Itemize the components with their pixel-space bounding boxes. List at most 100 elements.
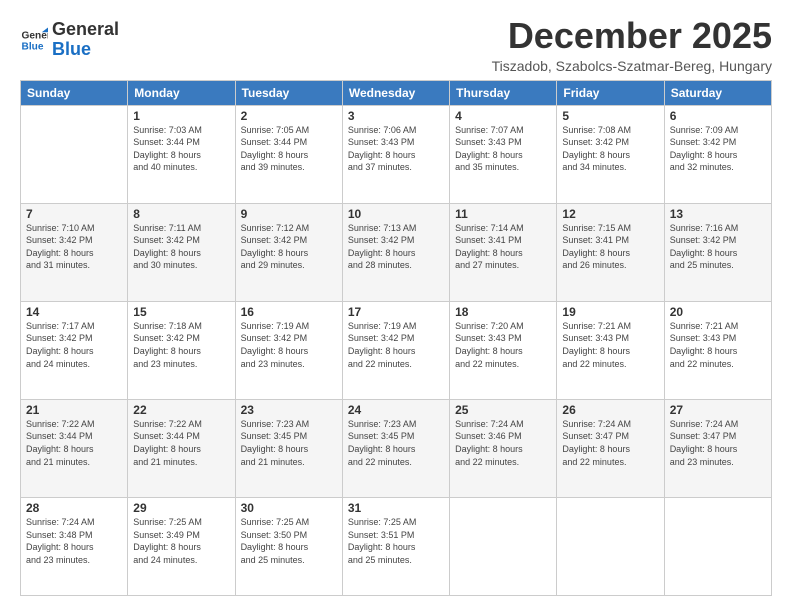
day-number: 8 <box>133 207 229 221</box>
table-row: 17Sunrise: 7:19 AM Sunset: 3:42 PM Dayli… <box>342 301 449 399</box>
day-info: Sunrise: 7:10 AM Sunset: 3:42 PM Dayligh… <box>26 222 122 272</box>
calendar-week-row: 21 Sunrise: 7:22 AM Sunset: 3:44 PM Dayli… <box>21 399 772 497</box>
day-info: Sunrise: 7:24 AM Sunset: 3:46 PM Dayligh… <box>455 418 551 468</box>
logo-line1: General <box>52 19 119 39</box>
day-number: 26 <box>562 403 658 417</box>
day-number: 27 <box>670 403 766 417</box>
table-row: 31Sunrise: 7:25 AM Sunset: 3:51 PM Dayli… <box>342 497 449 595</box>
day-info: Sunrise: 7:20 AM Sunset: 3:43 PM Dayligh… <box>455 320 551 370</box>
table-row: 26Sunrise: 7:24 AM Sunset: 3:47 PM Dayli… <box>557 399 664 497</box>
day-info: Sunrise: 7:08 AM Sunset: 3:42 PM Dayligh… <box>562 124 658 174</box>
day-info: Sunrise: 7:16 AM Sunset: 3:42 PM Dayligh… <box>670 222 766 272</box>
day-info: Sunrise: 7:21 AM Sunset: 3:43 PM Dayligh… <box>670 320 766 370</box>
day-number: 19 <box>562 305 658 319</box>
table-row: 18Sunrise: 7:20 AM Sunset: 3:43 PM Dayli… <box>450 301 557 399</box>
day-info: Sunrise: 7:13 AM Sunset: 3:42 PM Dayligh… <box>348 222 444 272</box>
table-row: 23Sunrise: 7:23 AM Sunset: 3:45 PM Dayli… <box>235 399 342 497</box>
day-info: Sunrise: 7:18 AM Sunset: 3:42 PM Dayligh… <box>133 320 229 370</box>
day-info: Sunrise: 7:09 AM Sunset: 3:42 PM Dayligh… <box>670 124 766 174</box>
day-number: 22 <box>133 403 229 417</box>
table-row <box>557 497 664 595</box>
day-info: Sunrise: 7:25 AM Sunset: 3:50 PM Dayligh… <box>241 516 337 566</box>
table-row: 28Sunrise: 7:24 AM Sunset: 3:48 PM Dayli… <box>21 497 128 595</box>
calendar-week-row: 14Sunrise: 7:17 AM Sunset: 3:42 PM Dayli… <box>21 301 772 399</box>
day-number: 5 <box>562 109 658 123</box>
day-info: Sunrise: 7:21 AM Sunset: 3:43 PM Dayligh… <box>562 320 658 370</box>
table-row: 13Sunrise: 7:16 AM Sunset: 3:42 PM Dayli… <box>664 203 771 301</box>
table-row: 1Sunrise: 7:03 AM Sunset: 3:44 PM Daylig… <box>128 105 235 203</box>
day-number: 31 <box>348 501 444 515</box>
table-row: 15Sunrise: 7:18 AM Sunset: 3:42 PM Dayli… <box>128 301 235 399</box>
table-row: 20Sunrise: 7:21 AM Sunset: 3:43 PM Dayli… <box>664 301 771 399</box>
day-info: Sunrise: 7:15 AM Sunset: 3:41 PM Dayligh… <box>562 222 658 272</box>
table-row: 6Sunrise: 7:09 AM Sunset: 3:42 PM Daylig… <box>664 105 771 203</box>
table-row: 30Sunrise: 7:25 AM Sunset: 3:50 PM Dayli… <box>235 497 342 595</box>
day-number: 11 <box>455 207 551 221</box>
header-sunday: Sunday <box>21 80 128 105</box>
day-info: Sunrise: 7:17 AM Sunset: 3:42 PM Dayligh… <box>26 320 122 370</box>
day-info: Sunrise: 7:06 AM Sunset: 3:43 PM Dayligh… <box>348 124 444 174</box>
day-number: 15 <box>133 305 229 319</box>
title-section: December 2025 Tiszadob, Szabolcs-Szatmar… <box>492 16 772 74</box>
day-info: Sunrise: 7:25 AM Sunset: 3:49 PM Dayligh… <box>133 516 229 566</box>
table-row: 25Sunrise: 7:24 AM Sunset: 3:46 PM Dayli… <box>450 399 557 497</box>
table-row: 8Sunrise: 7:11 AM Sunset: 3:42 PM Daylig… <box>128 203 235 301</box>
table-row: 24Sunrise: 7:23 AM Sunset: 3:45 PM Dayli… <box>342 399 449 497</box>
day-number: 28 <box>26 501 122 515</box>
table-row: 27Sunrise: 7:24 AM Sunset: 3:47 PM Dayli… <box>664 399 771 497</box>
day-info: Sunrise: 7:23 AM Sunset: 3:45 PM Dayligh… <box>348 418 444 468</box>
day-number: 2 <box>241 109 337 123</box>
day-number: 7 <box>26 207 122 221</box>
svg-text:Blue: Blue <box>22 41 44 52</box>
day-number: 3 <box>348 109 444 123</box>
header: General Blue General Blue December 2025 … <box>20 16 772 74</box>
table-row <box>21 105 128 203</box>
day-number: 10 <box>348 207 444 221</box>
table-row: 9Sunrise: 7:12 AM Sunset: 3:42 PM Daylig… <box>235 203 342 301</box>
day-number: 23 <box>241 403 337 417</box>
logo-line2: Blue <box>52 39 91 59</box>
location-title: Tiszadob, Szabolcs-Szatmar-Bereg, Hungar… <box>492 58 772 74</box>
day-number: 14 <box>26 305 122 319</box>
calendar-week-row: 1Sunrise: 7:03 AM Sunset: 3:44 PM Daylig… <box>21 105 772 203</box>
day-number: 13 <box>670 207 766 221</box>
day-info: Sunrise: 7:14 AM Sunset: 3:41 PM Dayligh… <box>455 222 551 272</box>
calendar-table: Sunday Monday Tuesday Wednesday Thursday… <box>20 80 772 596</box>
day-info: Sunrise: 7:07 AM Sunset: 3:43 PM Dayligh… <box>455 124 551 174</box>
day-number: 4 <box>455 109 551 123</box>
table-row: 14Sunrise: 7:17 AM Sunset: 3:42 PM Dayli… <box>21 301 128 399</box>
day-info: Sunrise: 7:11 AM Sunset: 3:42 PM Dayligh… <box>133 222 229 272</box>
day-info: Sunrise: 7:05 AM Sunset: 3:44 PM Dayligh… <box>241 124 337 174</box>
table-row: 2Sunrise: 7:05 AM Sunset: 3:44 PM Daylig… <box>235 105 342 203</box>
table-row: 3Sunrise: 7:06 AM Sunset: 3:43 PM Daylig… <box>342 105 449 203</box>
day-number: 21 <box>26 403 122 417</box>
table-row: 29Sunrise: 7:25 AM Sunset: 3:49 PM Dayli… <box>128 497 235 595</box>
day-number: 24 <box>348 403 444 417</box>
logo: General Blue General Blue <box>20 20 119 60</box>
header-wednesday: Wednesday <box>342 80 449 105</box>
day-info: Sunrise: 7:25 AM Sunset: 3:51 PM Dayligh… <box>348 516 444 566</box>
day-info: Sunrise: 7:03 AM Sunset: 3:44 PM Dayligh… <box>133 124 229 174</box>
table-row <box>664 497 771 595</box>
month-title: December 2025 <box>492 16 772 56</box>
table-row: 5Sunrise: 7:08 AM Sunset: 3:42 PM Daylig… <box>557 105 664 203</box>
header-monday: Monday <box>128 80 235 105</box>
table-row: 16Sunrise: 7:19 AM Sunset: 3:42 PM Dayli… <box>235 301 342 399</box>
table-row: 4Sunrise: 7:07 AM Sunset: 3:43 PM Daylig… <box>450 105 557 203</box>
calendar-header-row: Sunday Monday Tuesday Wednesday Thursday… <box>21 80 772 105</box>
header-thursday: Thursday <box>450 80 557 105</box>
day-number: 29 <box>133 501 229 515</box>
calendar-week-row: 28Sunrise: 7:24 AM Sunset: 3:48 PM Dayli… <box>21 497 772 595</box>
header-friday: Friday <box>557 80 664 105</box>
table-row <box>450 497 557 595</box>
calendar-week-row: 7Sunrise: 7:10 AM Sunset: 3:42 PM Daylig… <box>21 203 772 301</box>
table-row: 7Sunrise: 7:10 AM Sunset: 3:42 PM Daylig… <box>21 203 128 301</box>
header-tuesday: Tuesday <box>235 80 342 105</box>
table-row: 10Sunrise: 7:13 AM Sunset: 3:42 PM Dayli… <box>342 203 449 301</box>
day-number: 18 <box>455 305 551 319</box>
day-number: 16 <box>241 305 337 319</box>
table-row: 21Sunrise: 7:22 AM Sunset: 3:44 PM Dayli… <box>21 399 128 497</box>
day-info: Sunrise: 7:12 AM Sunset: 3:42 PM Dayligh… <box>241 222 337 272</box>
day-number: 20 <box>670 305 766 319</box>
day-info: Sunrise: 7:22 AM Sunset: 3:44 PM Dayligh… <box>133 418 229 468</box>
